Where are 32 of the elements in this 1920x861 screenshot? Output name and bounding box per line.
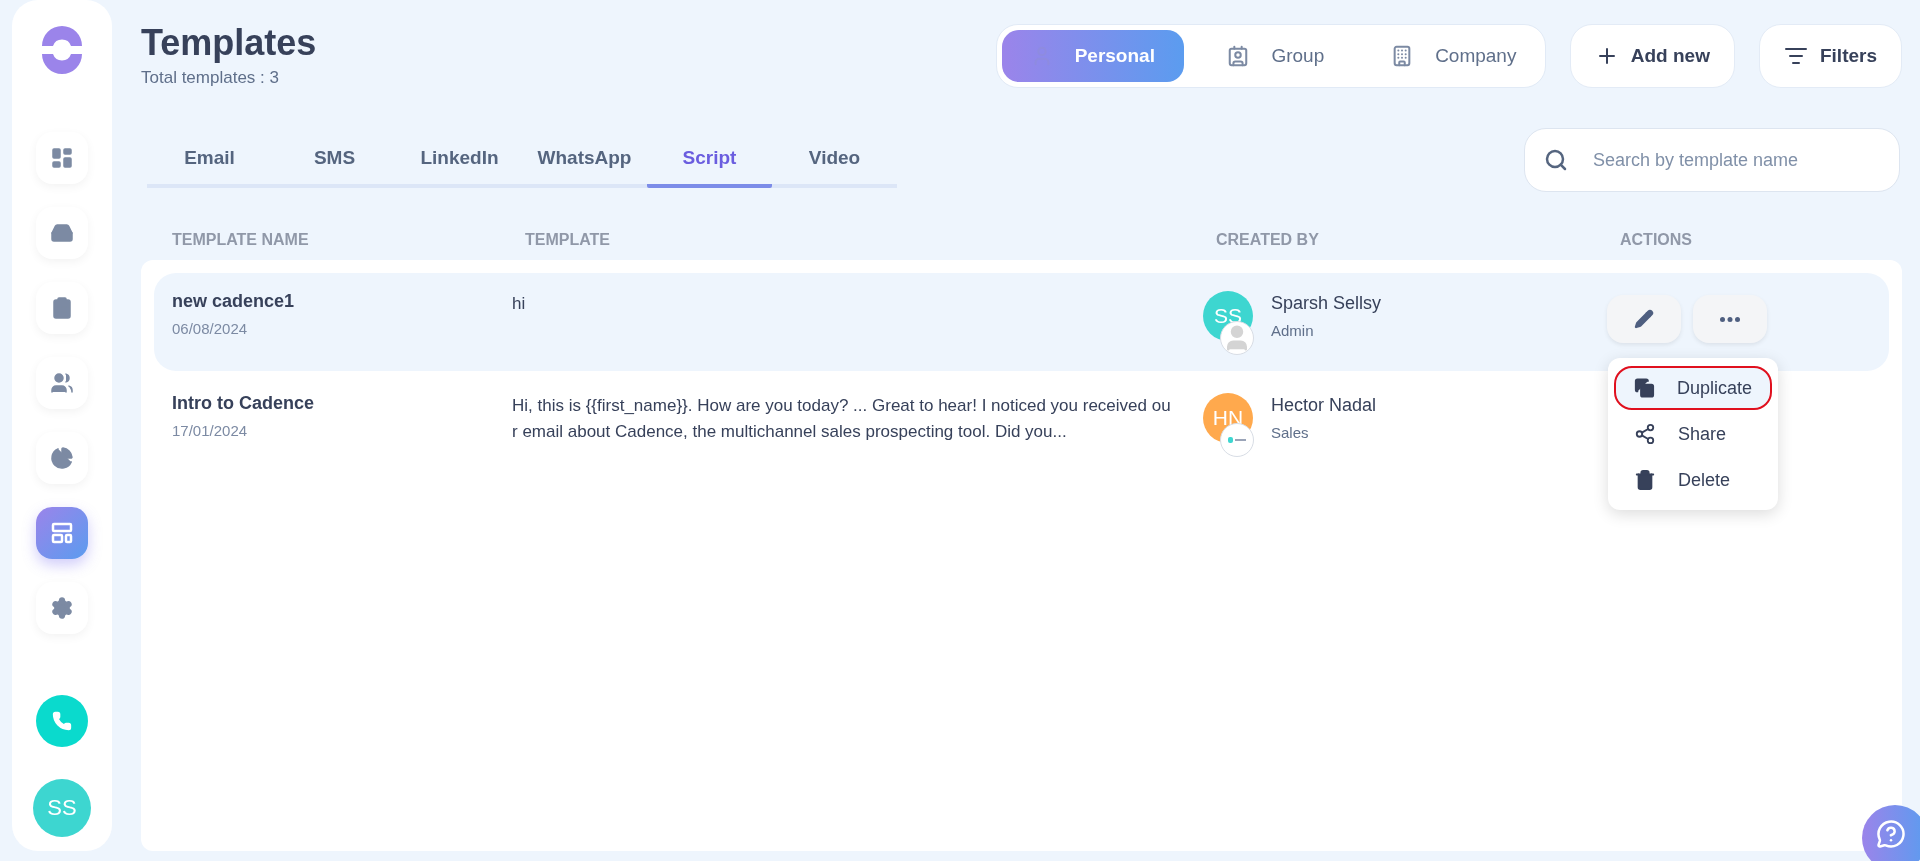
channel-tab[interactable]: Script xyxy=(647,132,772,188)
channel-tab[interactable]: LinkedIn xyxy=(397,132,522,188)
menu-item[interactable]: Duplicate xyxy=(1614,366,1772,410)
column-header: ACTIONS xyxy=(1620,231,1693,249)
scope-tab[interactable]: Company xyxy=(1367,30,1540,82)
column-header: TEMPLATE xyxy=(525,231,612,249)
channel-tab[interactable]: SMS xyxy=(272,132,397,188)
column-header: TEMPLATE NAME xyxy=(172,231,310,249)
filters-button[interactable]: Filters xyxy=(1758,24,1902,88)
table-row[interactable]: new cadence1 06/08/2024 hi SS Sparsh Sellsy Admin xyxy=(154,273,1889,371)
search-field[interactable]: Search by template name xyxy=(1524,128,1900,192)
creator-role: Admin xyxy=(1271,322,1315,339)
menu-item[interactable]: Share xyxy=(1614,412,1772,456)
add-new-button[interactable]: Add new xyxy=(1569,24,1735,88)
channel-tab[interactable]: Video xyxy=(772,132,897,188)
template-preview: hi xyxy=(512,293,527,315)
template-name: new cadence1 xyxy=(172,291,296,312)
template-date: 17/01/2024 xyxy=(172,422,249,439)
menu-item[interactable]: Delete xyxy=(1614,458,1772,502)
creator-name: Hector Nadal xyxy=(1271,395,1377,416)
page-title: Templates xyxy=(141,22,318,64)
scope-tab[interactable]: Group xyxy=(1189,30,1362,82)
template-count: Total templates : 3 xyxy=(141,68,280,88)
scope-tab[interactable]: Personal xyxy=(1001,30,1184,82)
template-preview: Hi, this is {{first_name}}. How are you today? ... Great to hear! I noticed you received our email about Cadence, the multichannel sales prospecting tool. Did you... xyxy=(512,395,1172,443)
channel-tab[interactable]: WhatsApp xyxy=(522,132,647,188)
creator-name: Sparsh Sellsy xyxy=(1271,293,1382,314)
column-header: CREATED BY xyxy=(1216,231,1320,249)
channel-tab[interactable]: Email xyxy=(147,132,272,188)
creator-role: Sales xyxy=(1271,424,1310,441)
template-name: Intro to Cadence xyxy=(172,393,315,414)
template-date: 06/08/2024 xyxy=(172,320,249,337)
